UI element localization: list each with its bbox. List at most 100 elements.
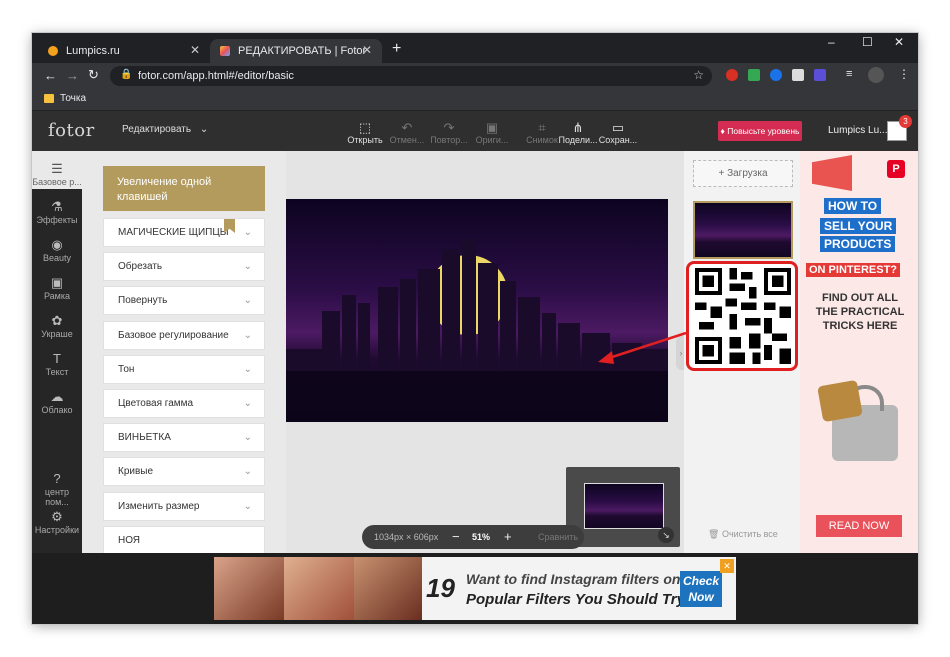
compare-button[interactable]: Сравнить xyxy=(538,525,578,549)
right-ad-banner[interactable]: P HOW TO SELL YOUR PRODUCTS ON PINTEREST… xyxy=(800,151,918,553)
ad-number: 19 xyxy=(426,573,455,603)
zoom-out-button[interactable]: − xyxy=(452,525,460,549)
minimize-icon[interactable]: – xyxy=(828,35,835,49)
panel-item[interactable]: Изменить размер ⌄ xyxy=(103,491,265,521)
mode-menu-label: Редактировать xyxy=(122,124,192,135)
rail-item-eye[interactable]: ◉ Beauty xyxy=(32,237,82,263)
ad-photo-2 xyxy=(284,557,354,620)
chevron-down-icon: ⌄ xyxy=(243,398,252,409)
image-thumbnail[interactable] xyxy=(693,201,793,259)
rail-label: Beauty xyxy=(42,253,72,263)
toolbar-button-snapshot[interactable]: ⌗ Снимок xyxy=(522,120,562,145)
bookmarks-bar: Точка xyxy=(32,89,918,111)
close-tab-icon[interactable]: ✕ xyxy=(190,43,200,57)
toolbar-button-undo[interactable]: ↶ Отмен... xyxy=(387,120,427,145)
close-tab-icon[interactable]: ✕ xyxy=(362,43,372,57)
rail-item-help[interactable]: ? центр пом... xyxy=(32,471,82,507)
zoom-in-button[interactable]: + xyxy=(504,525,512,549)
panel-item-label: Тон xyxy=(118,363,135,375)
toolbar-button-save[interactable]: ▭ Сохран... xyxy=(598,120,638,145)
ext-globe-icon[interactable] xyxy=(770,69,782,81)
tab-lumpics[interactable]: Lumpics.ru ✕ xyxy=(38,39,210,63)
reload-icon[interactable]: ↻ xyxy=(88,67,99,83)
bookmark-tochka[interactable]: Точка xyxy=(60,93,86,104)
url-field[interactable]: 🔒 fotor.com/app.html#/editor/basic ☆ xyxy=(110,66,712,86)
toolbar-button-open[interactable]: ⬚ Открыть xyxy=(345,120,385,145)
upload-button[interactable]: + Загрузка xyxy=(693,160,793,187)
chevron-down-icon: ⌄ xyxy=(243,363,252,375)
rail-item-sliders[interactable]: ☰ Базовое р... xyxy=(32,161,82,187)
rail-item-decor[interactable]: ✿ Украше xyxy=(32,313,82,339)
clear-all-button[interactable]: 🗑 Очистить все xyxy=(708,529,778,540)
panel-item[interactable]: Базовое регулирование ⌄ xyxy=(103,320,265,350)
toolbar-button-share[interactable]: ⋔ Подели... xyxy=(558,120,598,145)
trash-icon: 🗑 xyxy=(708,529,720,539)
bottom-ad-area: 19 Want to find Instagram filters online… xyxy=(32,553,918,624)
ext-check-icon[interactable] xyxy=(748,69,760,81)
handbag-image xyxy=(817,371,904,481)
panel-item[interactable]: ВИНЬЕТКА ⌄ xyxy=(103,423,265,453)
rail-item-text[interactable]: T Текст xyxy=(32,351,82,377)
tab-bar: Lumpics.ru ✕ РЕДАКТИРОВАТЬ | Fotor ✕ + –… xyxy=(32,33,918,63)
image-size: 1034px × 606px xyxy=(374,532,439,542)
tab-title: Lumpics.ru xyxy=(66,45,120,57)
ext-purple-icon[interactable] xyxy=(814,69,826,81)
save-icon: ▭ xyxy=(611,120,625,135)
bookmark-folder-icon xyxy=(44,94,54,103)
rail-item-cloud[interactable]: ☁ Облако xyxy=(32,389,82,415)
app-topbar: fotor Редактировать ⌄ ⬚ Открыть ↶ Отмен... ↷… xyxy=(32,111,918,151)
panel-item[interactable]: Обрезать ⌄ xyxy=(103,252,265,282)
chevron-down-icon: ⌄ xyxy=(243,500,252,512)
panel-item[interactable]: НОЯ xyxy=(103,525,265,553)
check-now-button[interactable]: Check Now xyxy=(680,571,722,607)
panel-item-label: Цветовая гамма xyxy=(118,398,194,409)
frame-icon: ▣ xyxy=(50,275,64,290)
toolbar-button-redo[interactable]: ↷ Повтор... xyxy=(429,120,469,145)
close-window-icon[interactable]: ✕ xyxy=(894,35,904,49)
panel-item[interactable]: Тон ⌄ xyxy=(103,354,265,384)
city-photo[interactable] xyxy=(286,199,668,422)
ext-box-icon[interactable] xyxy=(792,69,804,81)
panel-item-label: Изменить размер xyxy=(118,500,200,512)
panel-item[interactable]: Цветовая гамма ⌄ xyxy=(103,389,265,418)
toolbar-label: Сохран... xyxy=(598,135,638,145)
rail-label: Базовое р... xyxy=(32,177,82,187)
rail-item-frame[interactable]: ▣ Рамка xyxy=(32,275,82,301)
menu-kebab-icon[interactable]: ⋮ xyxy=(898,67,910,81)
toolbar-label: Ориги... xyxy=(475,135,509,145)
maximize-icon[interactable]: ☐ xyxy=(862,35,873,49)
reading-list-icon[interactable]: ≡ xyxy=(846,68,852,80)
panel-item-label: НОЯ xyxy=(118,534,141,546)
rail-item-flask[interactable]: ⚗ Эффекты xyxy=(32,199,82,225)
toolbar-button-original[interactable]: ▣ Ориги... xyxy=(472,120,512,145)
user-name[interactable]: Lumpics Lu... xyxy=(828,125,887,136)
star-icon[interactable]: ☆ xyxy=(693,68,704,82)
new-tab-button[interactable]: + xyxy=(392,40,401,58)
tab-fotor[interactable]: РЕДАКТИРОВАТЬ | Fotor ✕ xyxy=(210,39,382,63)
one-click-enhance-button[interactable]: Увеличение одной клавишей xyxy=(103,166,265,211)
browser-window: Lumpics.ru ✕ РЕДАКТИРОВАТЬ | Fotor ✕ + –… xyxy=(32,33,918,624)
panel-item[interactable]: Повернуть ⌄ xyxy=(103,286,265,316)
cloud-icon: ☁ xyxy=(50,389,64,404)
fotor-logo[interactable]: fotor xyxy=(48,120,95,141)
forward-icon[interactable]: → xyxy=(66,68,79,83)
ad-heading-1: HOW TO xyxy=(824,198,882,214)
chevron-down-icon: ⌄ xyxy=(243,295,252,307)
panel-item-label: Базовое регулирование xyxy=(118,329,229,341)
panel-item[interactable]: МАГИЧЕСКИЕ ЩИПЦЫ ⌄ xyxy=(103,218,265,247)
chevron-down-icon: ⌄ xyxy=(243,227,252,238)
left-rail: ☰ Базовое р... ⚗ Эффекты ◉ Beauty ▣ Рамка ✿ Украш… xyxy=(32,151,82,553)
mode-menu[interactable]: Редактировать ⌄ xyxy=(122,124,208,135)
back-icon[interactable]: ← xyxy=(44,68,57,83)
upgrade-button[interactable]: ♦ Повысьте уровень xyxy=(718,121,802,141)
ad-close-icon[interactable]: ✕ xyxy=(720,559,734,573)
zoom-status-bar: 1034px × 606px − 51% + Сравнить xyxy=(362,525,584,549)
ext-red-icon[interactable] xyxy=(726,69,738,81)
rail-item-settings[interactable]: ⚙ Настройки xyxy=(32,509,82,535)
bottom-ad-banner[interactable]: 19 Want to find Instagram filters online… xyxy=(214,557,736,620)
avatar[interactable] xyxy=(868,67,884,83)
read-now-button[interactable]: READ NOW xyxy=(816,515,902,537)
expand-icon[interactable]: ↘ xyxy=(658,527,674,543)
panel-item[interactable]: Кривые ⌄ xyxy=(103,457,265,487)
decor-icon: ✿ xyxy=(51,313,63,328)
